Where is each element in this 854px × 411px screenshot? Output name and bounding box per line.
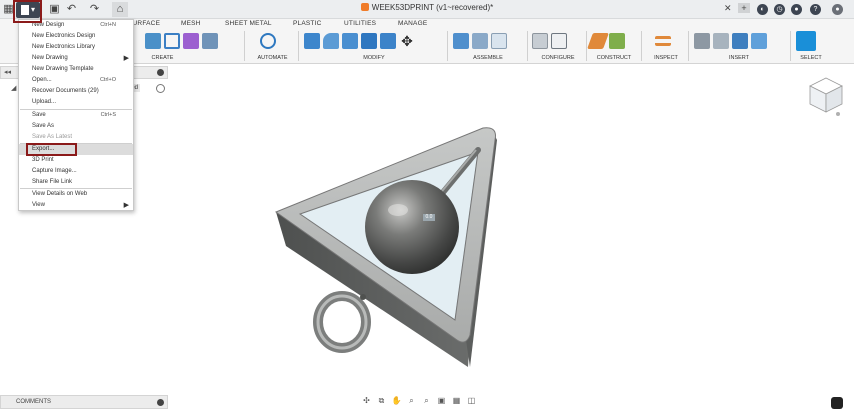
look-at-icon[interactable]: ⧉ <box>375 396 388 406</box>
pan-icon[interactable]: ✋ <box>390 396 403 406</box>
chamfer-icon[interactable] <box>342 33 358 49</box>
form-icon[interactable] <box>183 33 199 49</box>
browser-expand-icon[interactable]: ◢ <box>11 84 16 92</box>
select-group[interactable]: SELECT <box>796 30 826 62</box>
sphere-badge: 0.0 <box>423 214 435 221</box>
browser-options-icon[interactable] <box>157 69 164 76</box>
insert-image-icon[interactable] <box>751 33 767 49</box>
collapse-browser-icon[interactable]: ◂◂ <box>4 68 11 76</box>
notifications-icon[interactable]: ● <box>791 3 802 15</box>
insert-derive-icon[interactable] <box>694 33 710 49</box>
midplane-icon[interactable] <box>609 33 625 49</box>
fit-icon[interactable]: ⌕ <box>420 396 433 406</box>
new-tab-icon[interactable]: + <box>738 3 750 13</box>
zoom-icon[interactable]: ⌕ <box>405 396 418 406</box>
menu-new-drawing[interactable]: New Drawing ▶ <box>19 53 133 64</box>
menu-capture-image[interactable]: Capture Image... <box>19 166 133 177</box>
combine-icon[interactable] <box>380 33 396 49</box>
menu-open[interactable]: Open... Ctrl+O <box>19 75 133 86</box>
display-settings-icon[interactable]: ▣ <box>435 396 448 406</box>
measure-icon[interactable] <box>655 36 671 46</box>
fusion-logo-icon <box>360 3 369 11</box>
modify-group[interactable]: ✥ MODIFY <box>304 30 444 62</box>
submenu-arrow-icon: ▶ <box>123 55 129 62</box>
close-tab-icon[interactable]: ✕ <box>724 3 732 14</box>
menu-new-electronics-design[interactable]: New Electronics Design <box>19 31 133 42</box>
menu-view[interactable]: View ▶ <box>19 200 133 211</box>
viewports-icon[interactable]: ◫ <box>465 396 478 406</box>
menu-save-as[interactable]: Save As <box>19 121 133 132</box>
mirror-icon[interactable] <box>202 33 218 49</box>
construct-group[interactable]: CONSTRUCT <box>587 30 638 62</box>
active-radio-icon[interactable] <box>156 84 165 93</box>
sketch-icon[interactable] <box>164 33 180 49</box>
offset-plane-icon[interactable] <box>587 33 609 49</box>
joint-icon[interactable] <box>472 33 488 49</box>
menu-new-drawing-template[interactable]: New Drawing Template <box>19 64 133 75</box>
configure-icon[interactable] <box>532 33 548 49</box>
tab-plastic[interactable]: PLASTIC <box>293 20 322 27</box>
user-avatar-icon[interactable]: ● <box>832 3 843 15</box>
create-group[interactable]: CREATE <box>145 30 238 62</box>
inspect-group[interactable]: INSPECT <box>647 30 685 62</box>
submenu-arrow-icon: ▶ <box>123 202 129 209</box>
text-commands-icon[interactable] <box>831 397 843 409</box>
menu-view-details-on-web[interactable]: View Details on Web <box>19 189 133 200</box>
menu-share-file-link[interactable]: Share File Link <box>19 177 133 188</box>
navigation-bar: ✣ ⧉ ✋ ⌕ ⌕ ▣ ▦ ◫ <box>360 395 494 407</box>
help-icon[interactable]: ? <box>810 3 821 15</box>
automate-group[interactable]: AUTOMATE <box>250 30 295 62</box>
menu-new-electronics-library[interactable]: New Electronics Library <box>19 42 133 53</box>
tab-utilities[interactable]: UTILITIES <box>344 20 376 27</box>
tab-sheet-metal[interactable]: SHEET METAL <box>225 20 272 27</box>
configure-group[interactable]: CONFIGURE <box>532 30 584 62</box>
tab-manage[interactable]: MANAGE <box>398 20 427 27</box>
menu-save-as-latest: Save As Latest <box>32 134 73 140</box>
tab-mesh[interactable]: MESH <box>181 20 201 27</box>
insert-mesh-icon[interactable] <box>732 33 748 49</box>
extrude-icon[interactable] <box>145 33 161 49</box>
new-component-icon[interactable] <box>453 33 469 49</box>
export-annotation <box>26 143 77 156</box>
assemble-group[interactable]: ASSEMBLE <box>453 30 523 62</box>
shell-icon[interactable] <box>361 33 377 49</box>
fusion-app-window: 0.0 ◂◂ ◢ Unnamed ▦ ▾ ▣ ↶ ↷ ⌂ WEEK53DPRIN… <box>0 0 854 411</box>
title-bar: ▦ ▾ ▣ ↶ ↷ ⌂ WEEK53DPRINT (v1~recovered)*… <box>0 0 854 19</box>
file-menu-dropdown: New Design Ctrl+N New Electronics Design … <box>18 19 134 211</box>
press-pull-icon[interactable] <box>304 33 320 49</box>
grid-settings-icon[interactable]: ▦ <box>450 396 463 406</box>
menu-recover-documents[interactable]: Recover Documents (29) <box>19 86 133 97</box>
extensions-icon[interactable]: ◐ <box>757 3 768 15</box>
insert-group[interactable]: INSERT <box>694 30 784 62</box>
menu-3d-print[interactable]: 3D Print <box>19 155 133 166</box>
menu-save[interactable]: Save Ctrl+S <box>19 110 133 121</box>
move-icon[interactable]: ✥ <box>399 33 415 49</box>
table-icon[interactable] <box>551 33 567 49</box>
orbit-icon[interactable]: ✣ <box>360 396 373 406</box>
viewcube[interactable] <box>806 76 846 120</box>
add-comment-icon[interactable] <box>157 399 164 406</box>
as-built-joint-icon[interactable] <box>491 33 507 49</box>
comments-panel[interactable]: COMMENTS <box>0 395 168 409</box>
sphere <box>365 180 459 274</box>
file-button-annotation <box>13 0 42 23</box>
automate-icon[interactable] <box>260 33 276 49</box>
fillet-icon[interactable] <box>323 33 339 49</box>
select-arrow-icon[interactable] <box>796 31 816 51</box>
job-status-icon[interactable]: ◷ <box>774 3 785 15</box>
menu-upload[interactable]: Upload... <box>19 97 133 108</box>
insert-mcmaster-icon[interactable] <box>713 33 729 49</box>
